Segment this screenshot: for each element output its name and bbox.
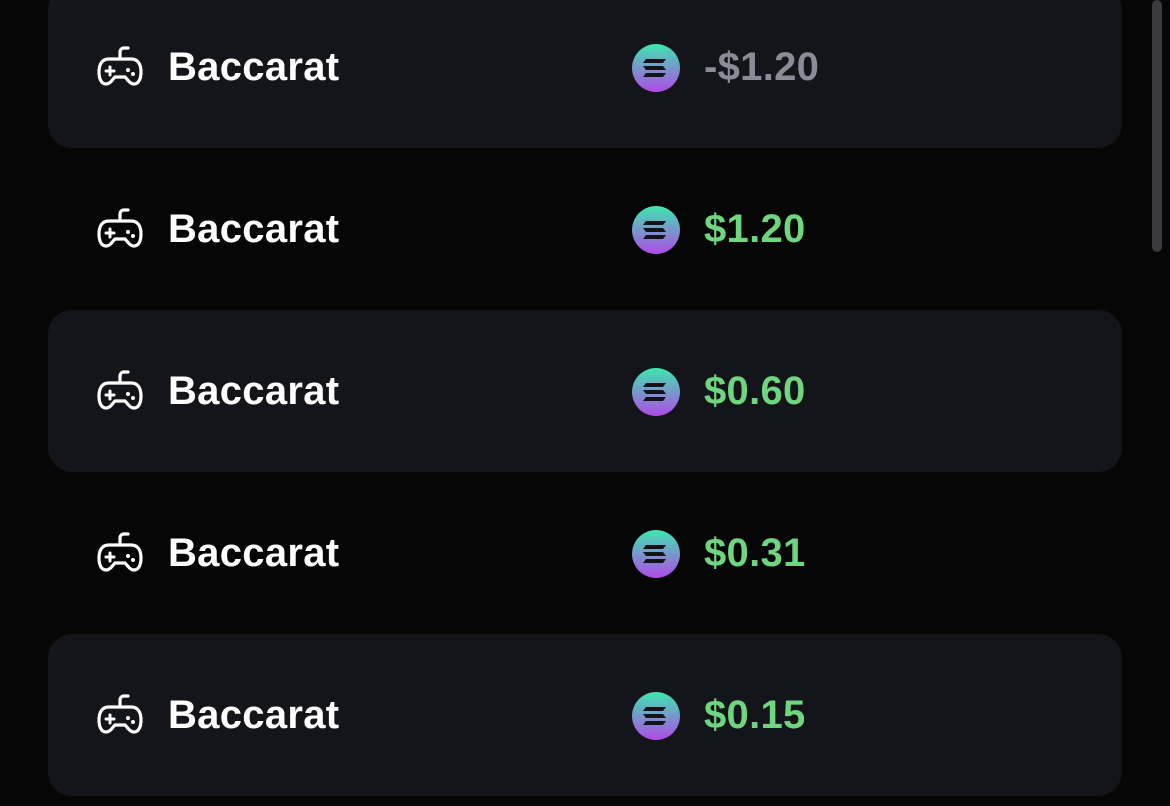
bet-amount: $0.60 <box>704 369 806 413</box>
bets-list: Baccarat -$1.20 Baccarat $1.20 Baccarat … <box>48 0 1122 796</box>
game-name: Baccarat <box>168 693 340 737</box>
solana-coin-icon <box>632 206 680 254</box>
solana-coin-icon <box>632 44 680 92</box>
gamepad-icon <box>97 694 143 734</box>
bet-row[interactable]: Baccarat $0.31 <box>48 472 1122 634</box>
scrollbar-thumb[interactable] <box>1152 0 1162 252</box>
bet-row[interactable]: Baccarat $0.15 <box>48 634 1122 796</box>
gamepad-icon <box>97 532 143 572</box>
bet-row[interactable]: Baccarat $0.60 <box>48 310 1122 472</box>
solana-coin-icon <box>632 692 680 740</box>
solana-coin-icon <box>632 368 680 416</box>
gamepad-icon <box>97 46 143 86</box>
bet-amount: $0.31 <box>704 531 806 575</box>
bets-list-viewport: Baccarat -$1.20 Baccarat $1.20 Baccarat … <box>0 0 1170 806</box>
game-name: Baccarat <box>168 45 340 89</box>
gamepad-icon <box>97 370 143 410</box>
game-name: Baccarat <box>168 207 340 251</box>
bet-row[interactable]: Baccarat -$1.20 <box>48 0 1122 148</box>
gamepad-icon <box>97 208 143 248</box>
bet-amount: $1.20 <box>704 207 806 251</box>
solana-coin-icon <box>632 530 680 578</box>
bet-amount: $0.15 <box>704 693 806 737</box>
game-name: Baccarat <box>168 369 340 413</box>
bet-amount: -$1.20 <box>704 45 820 89</box>
bet-row[interactable]: Baccarat $1.20 <box>48 148 1122 310</box>
game-name: Baccarat <box>168 531 340 575</box>
